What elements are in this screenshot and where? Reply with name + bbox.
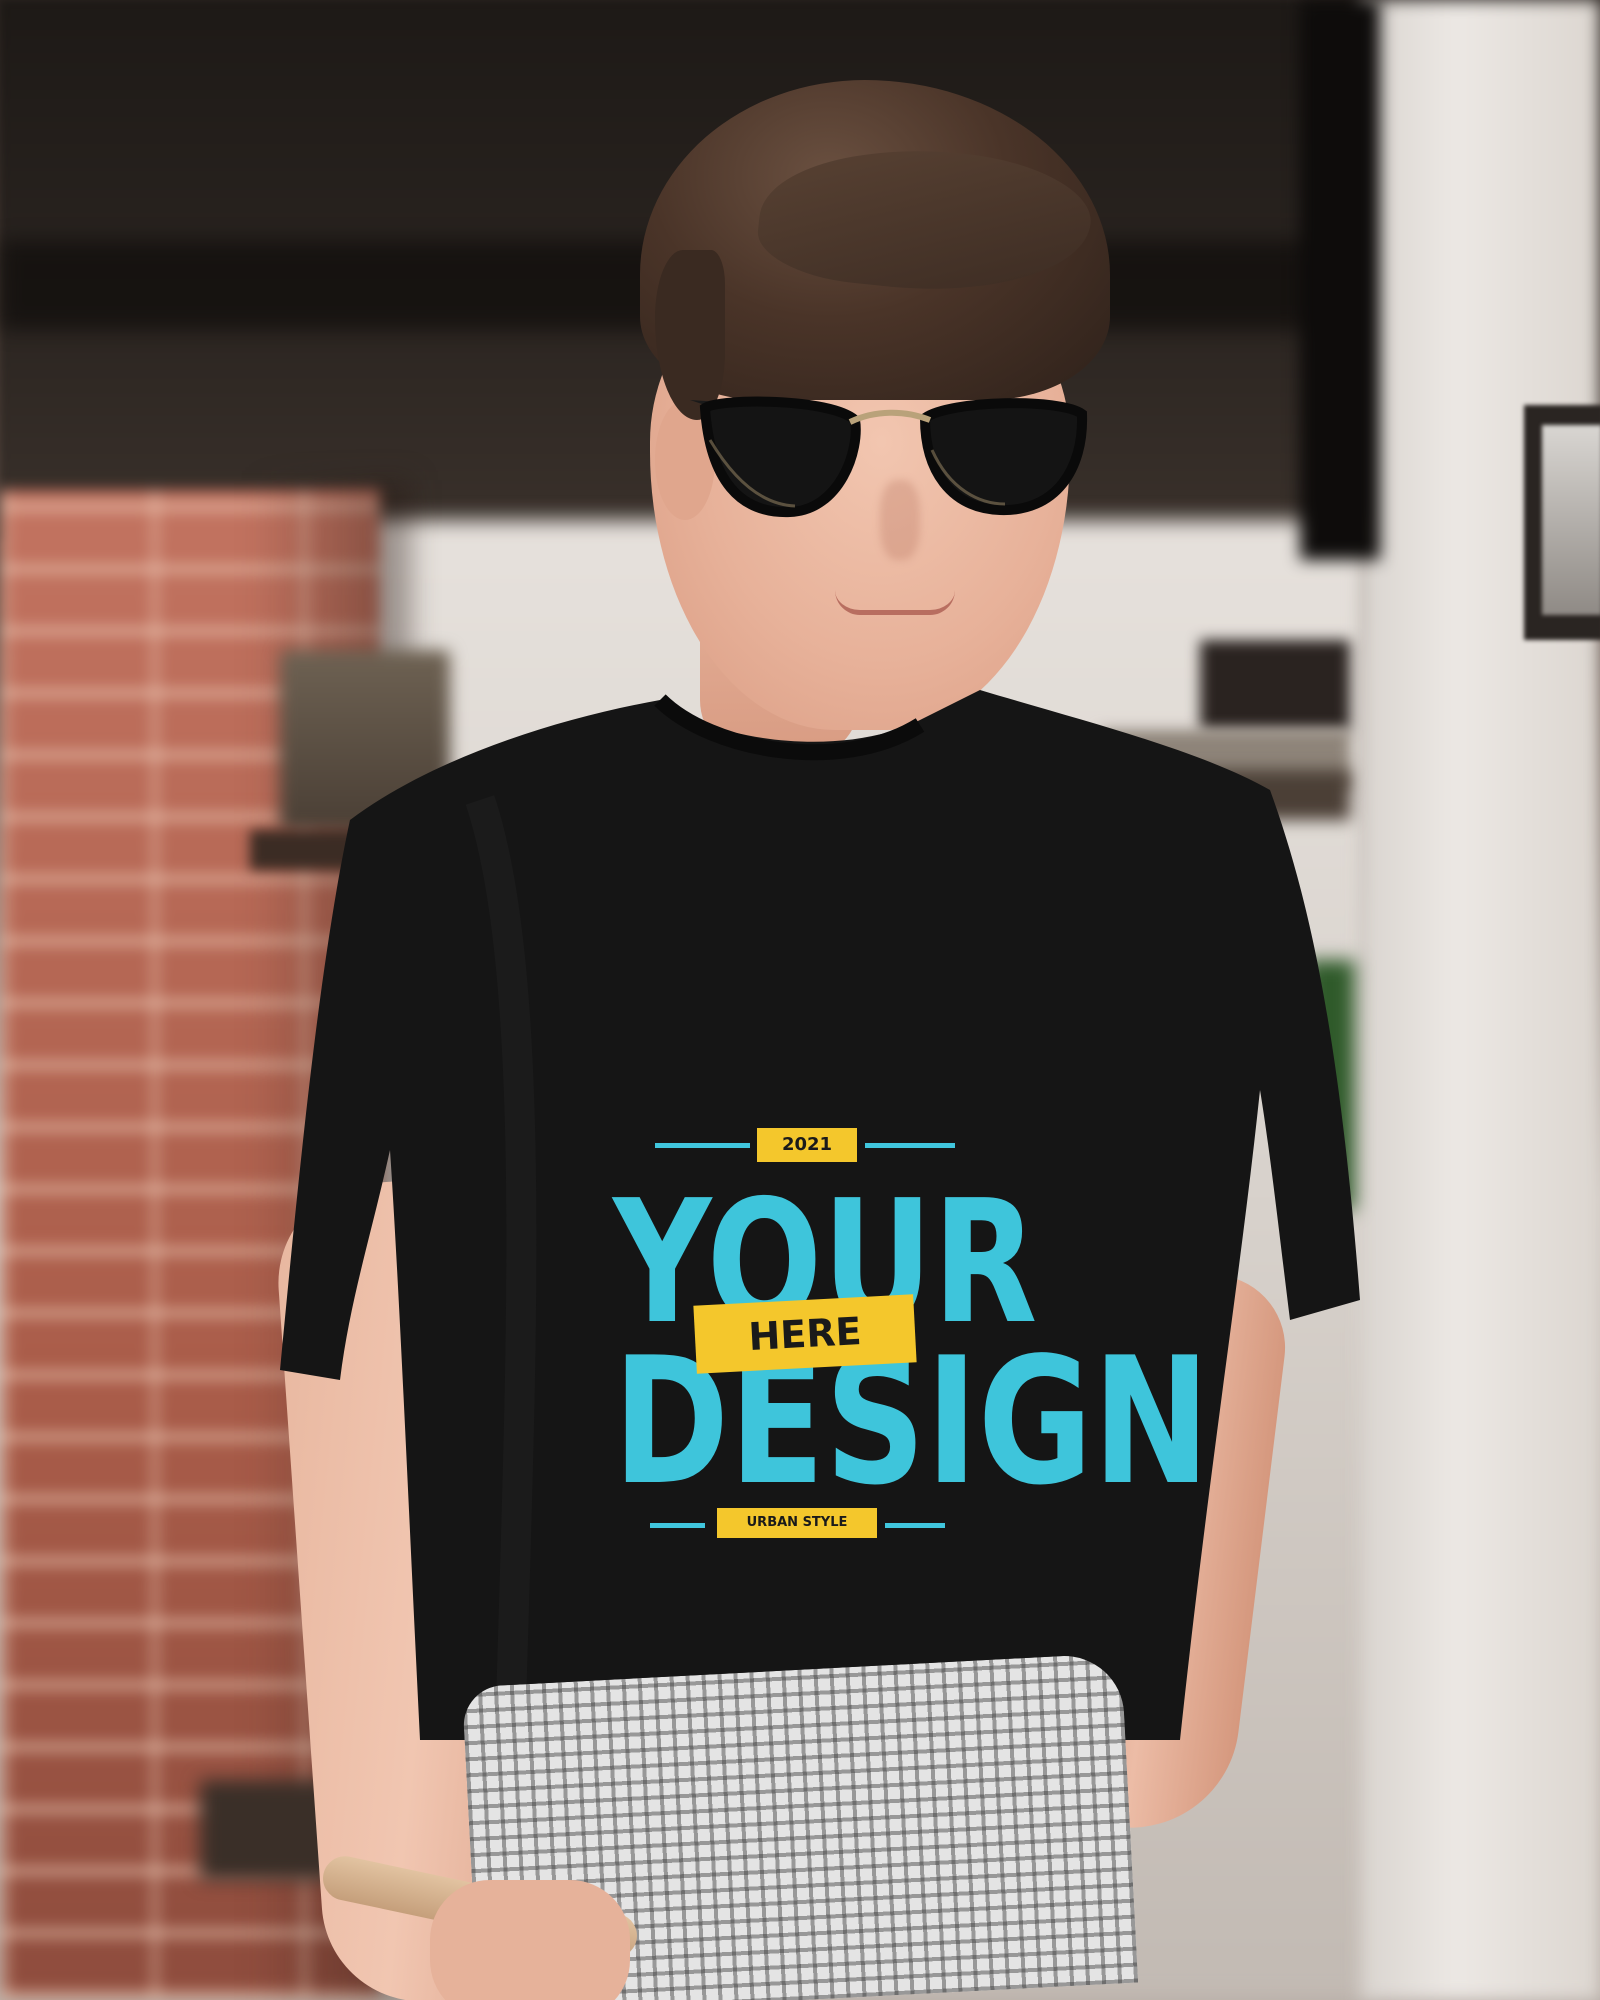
year-label: 2021 <box>757 1128 857 1162</box>
right-wall-column <box>1360 0 1600 2000</box>
here-label: HERE <box>693 1294 917 1374</box>
mouth <box>835 590 955 615</box>
urban-style-label: URBAN STYLE <box>717 1508 877 1538</box>
left-hand <box>430 1880 630 2000</box>
top-line-right <box>865 1143 955 1148</box>
right-lens <box>919 398 1088 516</box>
bottom-line-left <box>650 1523 705 1528</box>
left-lens <box>699 396 861 518</box>
bridge <box>848 409 932 425</box>
bottom-line-right <box>885 1523 945 1528</box>
top-line-left <box>655 1143 750 1148</box>
dark-pillar <box>1300 0 1380 560</box>
sunglasses <box>690 396 1088 518</box>
tshirt-print: 2021 YOUR HERE DESIGN URBAN STYLE <box>565 1120 1210 1640</box>
photo-scene: 2021 YOUR HERE DESIGN URBAN STYLE <box>0 0 1600 2000</box>
wall-picture <box>1542 425 1600 615</box>
